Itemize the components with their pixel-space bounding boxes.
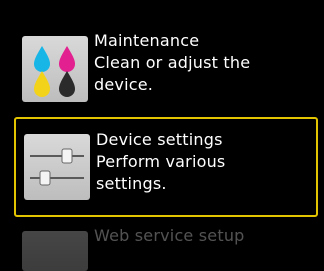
menu-item-title: Web service setup (94, 226, 245, 245)
menu-item-web-service-setup[interactable]: Web service setup (14, 225, 318, 271)
menu-item-description: Perform various (96, 152, 226, 171)
ink-cartridge-icon (22, 36, 88, 102)
sliders-icon (24, 134, 90, 200)
menu-item-maintenance[interactable]: Maintenance Clean or adjust the device. (14, 24, 318, 112)
settings-menu: Maintenance Clean or adjust the device. … (0, 0, 324, 271)
menu-item-title: Device settings (96, 130, 223, 149)
menu-item-title: Maintenance (94, 31, 200, 50)
web-service-icon (22, 231, 88, 271)
menu-item-text: Maintenance Clean or adjust the device. (94, 30, 312, 96)
menu-item-text: Web service setup (94, 225, 312, 247)
menu-item-device-settings[interactable]: Device settings Perform various settings… (14, 117, 318, 217)
menu-item-description: device. (94, 75, 154, 94)
menu-item-description: settings. (96, 174, 167, 193)
menu-item-text: Device settings Perform various settings… (96, 129, 310, 195)
menu-item-description: Clean or adjust the (94, 53, 251, 72)
